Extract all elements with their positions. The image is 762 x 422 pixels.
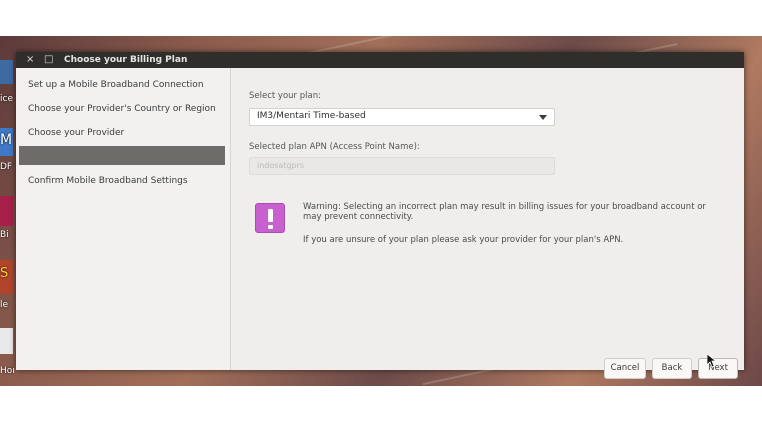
plan-select-value: IM3/Mentari Time-based bbox=[257, 111, 366, 121]
cancel-button[interactable]: Cancel bbox=[604, 358, 646, 379]
dock-app-3-icon[interactable] bbox=[0, 196, 13, 226]
dock-label-2: M bbox=[0, 132, 13, 148]
maximize-icon[interactable]: □ bbox=[44, 53, 53, 67]
window-title: Choose your Billing Plan bbox=[64, 55, 188, 65]
step-confirm: Confirm Mobile Broadband Settings bbox=[28, 176, 188, 186]
main-panel: Select your plan: IM3/Mentari Time-based… bbox=[231, 68, 744, 379]
dock-app-1-icon[interactable] bbox=[0, 60, 13, 84]
dock-label-3: DF bbox=[0, 162, 13, 172]
dropdown-arrow-icon bbox=[539, 115, 547, 120]
wizard-steps-sidebar: Set up a Mobile Broadband Connection Cho… bbox=[16, 68, 231, 370]
apn-label: Selected plan APN (Access Point Name): bbox=[249, 142, 420, 152]
back-button[interactable]: Back bbox=[652, 358, 692, 379]
plan-select[interactable]: IM3/Mentari Time-based bbox=[249, 108, 555, 126]
step-country: Choose your Provider's Country or Region bbox=[28, 104, 216, 114]
step-provider: Choose your Provider bbox=[28, 128, 125, 138]
dock-label-7: Hom bbox=[0, 366, 14, 376]
warning-text: Warning: Selecting an incorrect plan may… bbox=[303, 202, 706, 222]
advice-text: If you are unsure of your plan please as… bbox=[303, 235, 624, 245]
close-icon[interactable]: × bbox=[26, 53, 34, 67]
billing-plan-dialog: × □ Choose your Billing Plan Set up a Mo… bbox=[16, 52, 744, 379]
step-setup: Set up a Mobile Broadband Connection bbox=[28, 80, 204, 90]
dock-label-6: le bbox=[0, 300, 9, 310]
apn-value: indosatgprs bbox=[257, 161, 305, 170]
dock-label-5: S bbox=[0, 266, 9, 281]
warning-icon bbox=[255, 203, 285, 233]
mouse-cursor-icon bbox=[707, 354, 717, 368]
dock-label-1: ice bbox=[0, 94, 13, 104]
title-bar: × □ Choose your Billing Plan bbox=[16, 52, 744, 68]
plan-label: Select your plan: bbox=[249, 91, 321, 101]
dock-app-5-icon[interactable] bbox=[0, 328, 13, 354]
step-billing-plan-current bbox=[19, 146, 225, 165]
next-button[interactable]: Next bbox=[698, 358, 738, 379]
dock-label-4: Bi bbox=[0, 230, 9, 240]
apn-field: indosatgprs bbox=[249, 157, 555, 175]
